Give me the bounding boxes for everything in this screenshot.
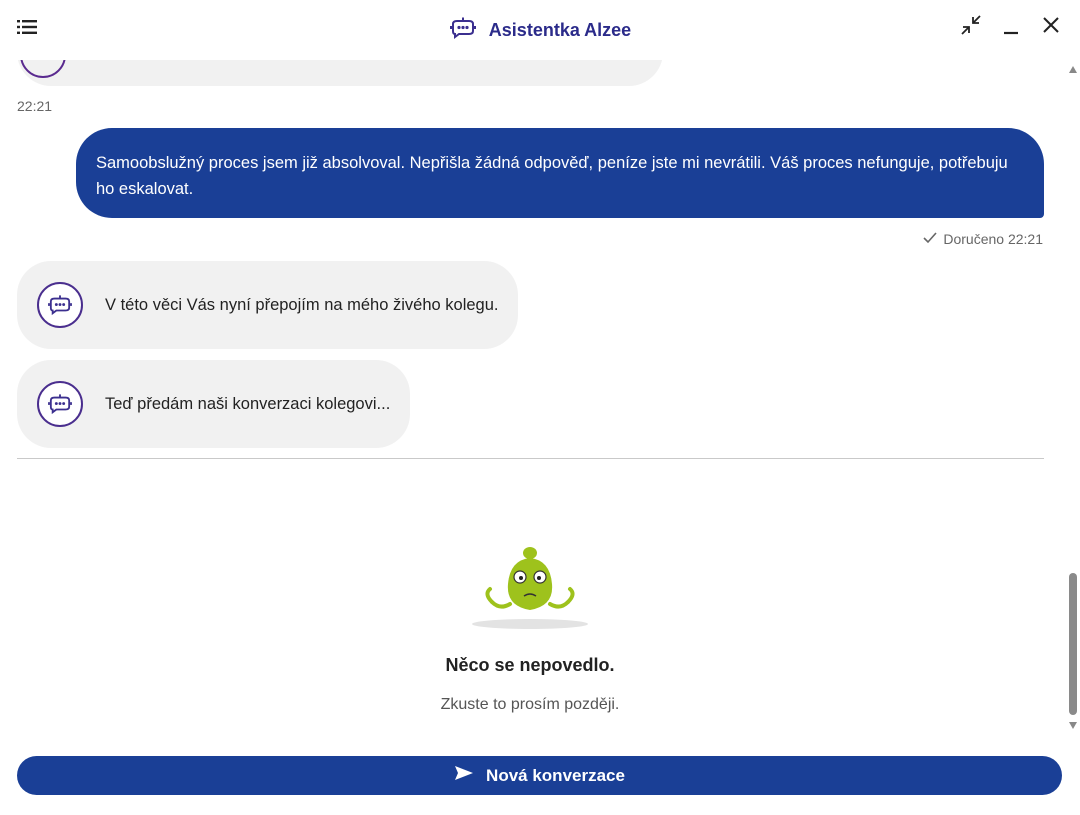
delivered-status: Doručeno 22:21 xyxy=(923,231,1043,247)
bot-message-text: V této věci Vás nyní přepojím na mého ži… xyxy=(105,295,499,314)
new-conversation-label: Nová konverzace xyxy=(486,765,625,785)
user-message: Samoobslužný proces jsem již absolvoval.… xyxy=(76,128,1044,218)
bot-icon xyxy=(48,295,72,316)
bot-message: Teď předám naši konverzaci kolegovi... xyxy=(17,360,411,448)
send-icon xyxy=(454,765,474,786)
mascot-illustration xyxy=(470,544,590,629)
delivered-text: Doručeno 22:21 xyxy=(943,231,1043,247)
new-conversation-button[interactable]: Nová konverzace xyxy=(17,756,1062,795)
error-title: Něco se nepovedlo. xyxy=(445,655,615,675)
window-controls xyxy=(960,14,1062,36)
minimize-icon[interactable] xyxy=(1000,14,1022,36)
bot-icon xyxy=(48,394,72,415)
chat-title-group: Asistentka Alzee xyxy=(0,16,1080,45)
chat-title: Asistentka Alzee xyxy=(488,20,632,40)
scrollbar-thumb[interactable] xyxy=(1069,573,1077,715)
check-icon xyxy=(923,231,937,247)
bot-message: V této věci Vás nyní přepojím na mého ži… xyxy=(17,261,519,349)
bot-icon xyxy=(449,16,477,45)
scroll-down-arrow-icon[interactable] xyxy=(1069,722,1077,729)
bot-avatar xyxy=(37,282,83,328)
bot-message-partial xyxy=(17,60,663,86)
message-timestamp: 22:21 xyxy=(17,98,53,114)
bot-avatar xyxy=(37,381,83,427)
chat-header: Asistentka Alzee xyxy=(0,0,1080,60)
divider xyxy=(17,458,1044,459)
close-icon[interactable] xyxy=(1040,14,1062,36)
chat-messages[interactable]: 22:21 Samoobslužný proces jsem již absol… xyxy=(0,60,1080,735)
bot-message-text: Teď předám naši konverzaci kolegovi... xyxy=(105,394,391,413)
scroll-up-arrow-icon[interactable] xyxy=(1069,66,1077,73)
scrollbar[interactable] xyxy=(1066,60,1080,735)
collapse-icon[interactable] xyxy=(960,14,982,36)
error-subtitle: Zkuste to prosím později. xyxy=(440,696,620,713)
